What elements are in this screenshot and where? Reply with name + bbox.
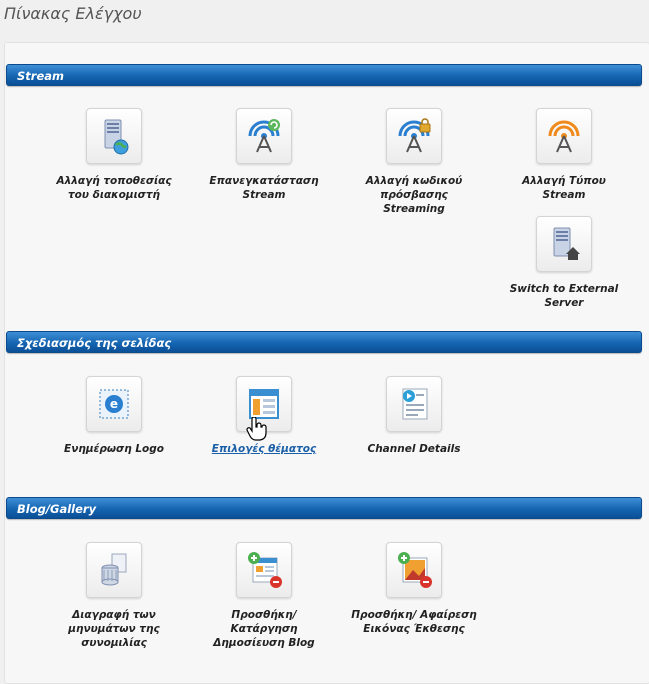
tile-label: Αλλαγή κωδικού πρόσβασης Streaming <box>365 175 463 215</box>
tile-switch-external-server[interactable]: Switch to External Server <box>499 216 629 310</box>
page-title: Πίνακας Ελέγχου <box>4 4 142 23</box>
tile-label: Αλλαγή τοποθεσίας του διακομιστή <box>56 175 172 201</box>
server-home-icon <box>536 216 592 272</box>
tile-add-remove-blog-post[interactable]: Προσθήκη/ Κατάργηση Δημοσίευση Blog <box>199 542 329 650</box>
svg-text:e: e <box>110 397 118 411</box>
blog-add-remove-icon <box>236 542 292 598</box>
server-globe-icon <box>86 108 142 164</box>
tile-label: Διαγραφή των μηνυμάτων της συνομιλίας <box>68 609 160 649</box>
tile-label: Ενημέρωση Logo <box>64 443 164 455</box>
tile-reinstall-stream[interactable]: Επανεγκατάσταση Stream <box>199 108 329 202</box>
tile-channel-details[interactable]: Channel Details <box>349 376 479 456</box>
tile-label: Channel Details <box>367 443 461 455</box>
tile-update-logo[interactable]: e Ενημέρωση Logo <box>49 376 179 456</box>
antenna-orange-icon <box>536 108 592 164</box>
tile-label: Αλλαγή Τύπου Stream <box>522 175 606 201</box>
hand-cursor-icon <box>246 417 267 441</box>
section-header-blog-gallery: Blog/Gallery <box>6 497 642 519</box>
chat-delete-icon <box>86 542 142 598</box>
tile-delete-chat-messages[interactable]: Διαγραφή των μηνυμάτων της συνομιλίας <box>49 542 179 650</box>
antenna-lock-icon <box>386 108 442 164</box>
section-header-stream: Stream <box>6 64 642 86</box>
tile-label: Προσθήκη/ Κατάργηση Δημοσίευση Blog <box>213 609 315 649</box>
antenna-refresh-icon <box>236 108 292 164</box>
tile-change-server-location[interactable]: Αλλαγή τοποθεσίας του διακομιστή <box>49 108 179 202</box>
control-panel: Stream Αλλαγή τοποθεσίας του διακομιστή <box>4 42 649 684</box>
tile-label: Επιλογές θέματος <box>211 443 317 455</box>
tile-theme-options[interactable]: Επιλογές θέματος <box>199 376 329 456</box>
section-header-page-design: Σχεδιασμός της σελίδας <box>6 331 642 353</box>
tile-change-stream-type[interactable]: Αλλαγή Τύπου Stream <box>499 108 629 202</box>
logo-frame-icon: e <box>86 376 142 432</box>
tile-change-streaming-password[interactable]: Αλλαγή κωδικού πρόσβασης Streaming <box>349 108 479 216</box>
tile-label: Switch to External Server <box>509 283 619 309</box>
tile-label: Προσθήκη/ Αφαίρεση Εικόνας Έκθεσης <box>351 609 477 635</box>
image-add-remove-icon <box>386 542 442 598</box>
tile-add-remove-gallery-image[interactable]: Προσθήκη/ Αφαίρεση Εικόνας Έκθεσης <box>349 542 479 636</box>
tile-label: Επανεγκατάσταση Stream <box>209 175 319 201</box>
channel-video-icon <box>386 376 442 432</box>
